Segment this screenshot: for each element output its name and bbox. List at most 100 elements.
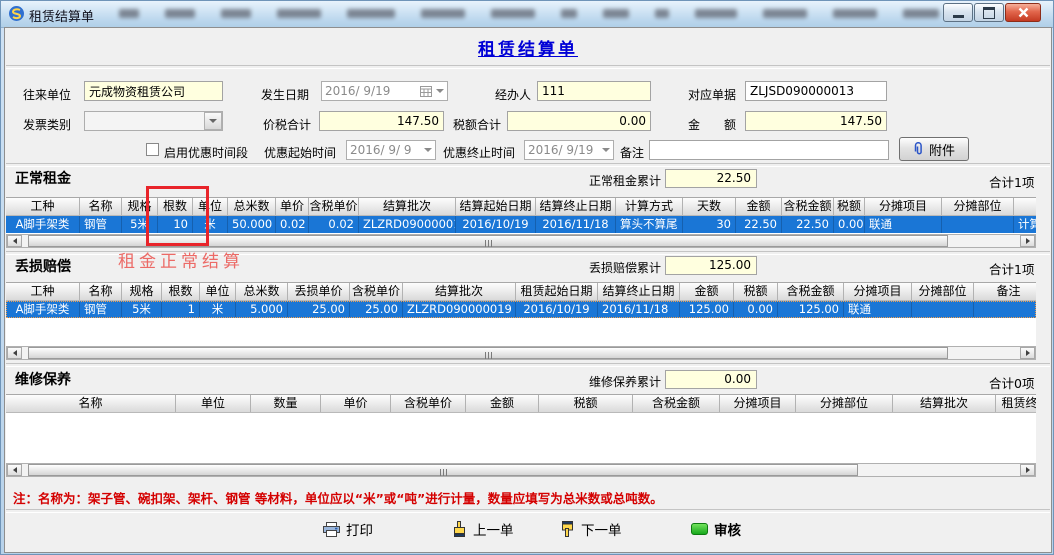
redacted-menu-item[interactable]	[221, 9, 251, 18]
table-cell[interactable]: 5.000	[236, 301, 288, 318]
redacted-menu-item[interactable]	[833, 9, 877, 18]
column-header[interactable]: 单位	[176, 395, 251, 412]
column-header[interactable]: 结算起始日期	[456, 198, 536, 215]
table-cell[interactable]: 125.00	[680, 301, 734, 318]
redacted-menu-item[interactable]	[763, 9, 807, 18]
column-header[interactable]: 含税单价	[309, 198, 359, 215]
redacted-menu-item[interactable]	[903, 9, 939, 18]
column-header[interactable]: 租赁终止	[996, 395, 1036, 412]
redacted-menu-item[interactable]	[695, 9, 737, 18]
attachment-button[interactable]: 附件	[899, 137, 969, 161]
column-header[interactable]: 含税金额	[782, 198, 834, 215]
redacted-menu-item[interactable]	[421, 9, 465, 18]
redacted-menu-item[interactable]	[119, 9, 139, 18]
column-header[interactable]: 丢损单价	[288, 283, 350, 300]
audit-button[interactable]: 审核	[691, 519, 741, 539]
close-button[interactable]	[1005, 3, 1041, 22]
table-cell[interactable]: ZLZRD090000019	[359, 216, 456, 233]
table-row[interactable]: A脚手架类钢管5米10米50.0000.020.02ZLZRD090000019…	[6, 216, 1036, 233]
scroll-left-button[interactable]	[7, 347, 22, 359]
table-cell[interactable]	[974, 301, 1036, 318]
table-row[interactable]: A脚手架类钢管5米1米5.00025.0025.00ZLZRD090000019…	[6, 301, 1036, 318]
scrollbar-thumb[interactable]	[28, 235, 948, 247]
column-header[interactable]: 结算终止日期	[536, 198, 616, 215]
table-cell[interactable]: 2016/11/18	[536, 216, 616, 233]
table-cell[interactable]: 125.00	[778, 301, 844, 318]
minimize-button[interactable]	[943, 3, 973, 22]
table-cell[interactable]: 联通	[844, 301, 912, 318]
amount-input[interactable]	[745, 111, 887, 131]
scroll-right-button[interactable]	[1020, 235, 1035, 247]
loss-hscrollbar[interactable]	[6, 346, 1036, 360]
column-header[interactable]: 单价	[276, 198, 309, 215]
column-header[interactable]: 总米数	[228, 198, 276, 215]
price-tax-total-input[interactable]	[319, 111, 444, 131]
column-header[interactable]: 含税单价	[391, 395, 466, 412]
table-cell[interactable]: 25.00	[288, 301, 350, 318]
redacted-menu-item[interactable]	[165, 9, 195, 18]
redacted-menu-item[interactable]	[491, 9, 535, 18]
table-cell[interactable]: 米	[193, 216, 228, 233]
table-cell[interactable]: 算头不算尾	[616, 216, 683, 233]
column-header[interactable]: 根数	[158, 198, 193, 215]
column-header[interactable]: 单价	[321, 395, 391, 412]
redacted-menu-item[interactable]	[277, 9, 321, 18]
table-cell[interactable]: A脚手架类	[6, 301, 80, 318]
column-header[interactable]: 工种	[6, 283, 80, 300]
maintenance-hscrollbar[interactable]	[6, 463, 1036, 477]
next-record-button[interactable]: 下一单	[561, 519, 622, 539]
table-cell[interactable]: 钢管	[80, 301, 122, 318]
scroll-left-button[interactable]	[7, 464, 22, 476]
column-header[interactable]: 规格	[122, 198, 158, 215]
redacted-menu-item[interactable]	[561, 9, 577, 18]
column-header[interactable]: 结算批次	[403, 283, 516, 300]
column-header[interactable]: 金额	[736, 198, 782, 215]
column-header[interactable]: 结算终止日期	[598, 283, 680, 300]
table-cell[interactable]: 22.50	[782, 216, 834, 233]
table-cell[interactable]: 2016/11/18	[598, 301, 680, 318]
column-header[interactable]: 含税金额	[778, 283, 844, 300]
column-header[interactable]: 税额	[834, 198, 865, 215]
redacted-menu-item[interactable]	[603, 9, 629, 18]
column-header[interactable]: 根数	[162, 283, 200, 300]
column-header[interactable]: 规格	[122, 283, 162, 300]
column-header[interactable]: 分摊项目	[720, 395, 796, 412]
column-header[interactable]: 名称	[80, 283, 122, 300]
restore-button[interactable]	[974, 3, 1004, 22]
tax-total-input[interactable]	[507, 111, 651, 131]
table-cell[interactable]: 2016/10/19	[516, 301, 598, 318]
column-header[interactable]: 备注	[974, 283, 1036, 300]
column-header[interactable]: 数量	[251, 395, 321, 412]
column-header[interactable]: 总米数	[236, 283, 288, 300]
column-header[interactable]: 金额	[466, 395, 539, 412]
column-header[interactable]: 工种	[6, 198, 80, 215]
invoice-type-select[interactable]	[84, 111, 223, 131]
column-header[interactable]: 分摊部位	[942, 198, 1014, 215]
column-header[interactable]: 含税金额	[633, 395, 720, 412]
table-cell[interactable]: 0.00	[834, 216, 865, 233]
scrollbar-thumb[interactable]	[28, 464, 858, 476]
table-cell[interactable]: 0.02	[309, 216, 359, 233]
column-header[interactable]: 名称	[6, 395, 176, 412]
normal-rent-hscrollbar[interactable]	[6, 234, 1036, 248]
date-picker[interactable]: 2016/ 9/19	[321, 81, 448, 101]
table-cell[interactable]: 1	[162, 301, 200, 318]
table-cell[interactable]: 25.00	[350, 301, 403, 318]
scroll-right-button[interactable]	[1020, 347, 1035, 359]
column-header[interactable]: 分摊部位	[796, 395, 893, 412]
table-cell[interactable]: 0.02	[276, 216, 309, 233]
redacted-menu-item[interactable]	[655, 9, 669, 18]
column-header[interactable]: 结算批次	[893, 395, 996, 412]
table-cell[interactable]: ZLZRD090000019	[403, 301, 516, 318]
print-button[interactable]: 打印	[323, 519, 373, 539]
column-header[interactable]: 计算方式	[616, 198, 683, 215]
column-header[interactable]: 名称	[80, 198, 122, 215]
discount-end-picker[interactable]: 2016/ 9/19	[524, 140, 614, 160]
table-cell[interactable]: 50.000	[228, 216, 276, 233]
column-header[interactable]: 分摊项目	[865, 198, 942, 215]
column-header[interactable]: 税额	[734, 283, 778, 300]
column-header[interactable]: 含税单价	[350, 283, 403, 300]
column-header[interactable]: 天数	[683, 198, 736, 215]
operator-input[interactable]	[537, 81, 651, 101]
previous-record-button[interactable]: 上一单	[453, 519, 514, 539]
